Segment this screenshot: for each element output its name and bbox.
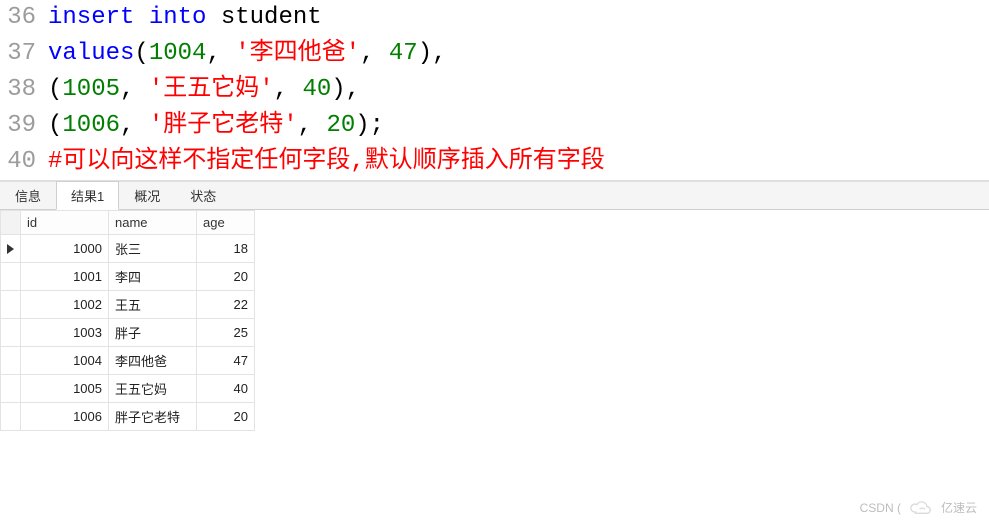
- cell-age[interactable]: 20: [197, 263, 255, 291]
- token-plain: ),: [418, 36, 447, 72]
- row-header-corner: [1, 211, 21, 235]
- result-table[interactable]: idnameage1000张三181001李四201002王五221003胖子2…: [0, 210, 255, 431]
- code-line[interactable]: 38(1005, '王五它妈', 40),: [0, 72, 989, 108]
- token-plain: ,: [206, 36, 235, 72]
- line-number: 36: [0, 0, 48, 36]
- cell-age[interactable]: 40: [197, 375, 255, 403]
- cell-age[interactable]: 18: [197, 235, 255, 263]
- row-indicator: [1, 403, 21, 431]
- tab-信息[interactable]: 信息: [0, 181, 56, 209]
- row-indicator: [1, 235, 21, 263]
- token-plain: ,: [120, 108, 149, 144]
- cell-id[interactable]: 1000: [21, 235, 109, 263]
- cell-id[interactable]: 1005: [21, 375, 109, 403]
- cell-name[interactable]: 胖子: [109, 319, 197, 347]
- token-kw: values: [48, 36, 134, 72]
- token-kw: insert: [48, 0, 134, 36]
- token-num: 1006: [62, 108, 120, 144]
- token-plain: ,: [120, 72, 149, 108]
- cell-id[interactable]: 1001: [21, 263, 109, 291]
- token-kw: into: [149, 0, 207, 36]
- table-row[interactable]: 1000张三18: [1, 235, 255, 263]
- cloud-icon: [907, 500, 935, 516]
- token-comment: #可以向这样不指定任何字段,默认顺序插入所有字段: [48, 144, 605, 180]
- token-plain: (: [134, 36, 148, 72]
- watermark-text-left: CSDN (: [860, 501, 901, 515]
- line-number: 37: [0, 36, 48, 72]
- cell-age[interactable]: 22: [197, 291, 255, 319]
- token-num: 20: [326, 108, 355, 144]
- token-str: '王五它妈': [149, 72, 274, 108]
- table-row[interactable]: 1001李四20: [1, 263, 255, 291]
- cell-name[interactable]: 王五: [109, 291, 197, 319]
- current-row-icon: [7, 244, 14, 254]
- table-row[interactable]: 1002王五22: [1, 291, 255, 319]
- cell-id[interactable]: 1003: [21, 319, 109, 347]
- cell-id[interactable]: 1004: [21, 347, 109, 375]
- token-str: '胖子它老特': [149, 108, 298, 144]
- code-line[interactable]: 36insert into student: [0, 0, 989, 36]
- table-row[interactable]: 1003胖子25: [1, 319, 255, 347]
- token-plain: [134, 0, 148, 36]
- result-tabs: 信息结果1概况状态: [0, 182, 989, 210]
- token-num: 47: [389, 36, 418, 72]
- cell-name[interactable]: 王五它妈: [109, 375, 197, 403]
- sql-editor[interactable]: 36insert into student37values(1004, '李四他…: [0, 0, 989, 180]
- cell-age[interactable]: 47: [197, 347, 255, 375]
- cell-name[interactable]: 李四他爸: [109, 347, 197, 375]
- code-line[interactable]: 39(1006, '胖子它老特', 20);: [0, 108, 989, 144]
- code-line[interactable]: 40#可以向这样不指定任何字段,默认顺序插入所有字段: [0, 144, 989, 180]
- token-plain: (: [48, 72, 62, 108]
- watermark-brand: 亿速云: [941, 499, 977, 516]
- token-plain: student: [206, 0, 321, 36]
- token-num: 1004: [149, 36, 207, 72]
- cell-name[interactable]: 李四: [109, 263, 197, 291]
- row-indicator: [1, 319, 21, 347]
- token-num: 40: [302, 72, 331, 108]
- line-number: 38: [0, 72, 48, 108]
- table-row[interactable]: 1006胖子它老特20: [1, 403, 255, 431]
- cell-age[interactable]: 25: [197, 319, 255, 347]
- cell-id[interactable]: 1002: [21, 291, 109, 319]
- row-indicator: [1, 347, 21, 375]
- cell-id[interactable]: 1006: [21, 403, 109, 431]
- token-plain: ,: [360, 36, 389, 72]
- watermark: CSDN ( 亿速云: [860, 499, 977, 516]
- column-header-id[interactable]: id: [21, 211, 109, 235]
- tab-状态[interactable]: 状态: [175, 181, 231, 209]
- table-row[interactable]: 1004李四他爸47: [1, 347, 255, 375]
- line-number: 39: [0, 108, 48, 144]
- column-header-name[interactable]: name: [109, 211, 197, 235]
- row-indicator: [1, 375, 21, 403]
- cell-name[interactable]: 胖子它老特: [109, 403, 197, 431]
- row-indicator: [1, 291, 21, 319]
- cell-name[interactable]: 张三: [109, 235, 197, 263]
- token-plain: ,: [274, 72, 303, 108]
- code-line[interactable]: 37values(1004, '李四他爸', 47),: [0, 36, 989, 72]
- column-header-age[interactable]: age: [197, 211, 255, 235]
- cell-age[interactable]: 20: [197, 403, 255, 431]
- token-str: '李四他爸': [235, 36, 360, 72]
- token-plain: ),: [331, 72, 360, 108]
- table-row[interactable]: 1005王五它妈40: [1, 375, 255, 403]
- token-plain: );: [355, 108, 384, 144]
- line-number: 40: [0, 144, 48, 180]
- tab-概况[interactable]: 概况: [119, 181, 175, 209]
- token-plain: (: [48, 108, 62, 144]
- row-indicator: [1, 263, 21, 291]
- token-num: 1005: [62, 72, 120, 108]
- token-plain: ,: [298, 108, 327, 144]
- tab-结果1[interactable]: 结果1: [56, 181, 119, 210]
